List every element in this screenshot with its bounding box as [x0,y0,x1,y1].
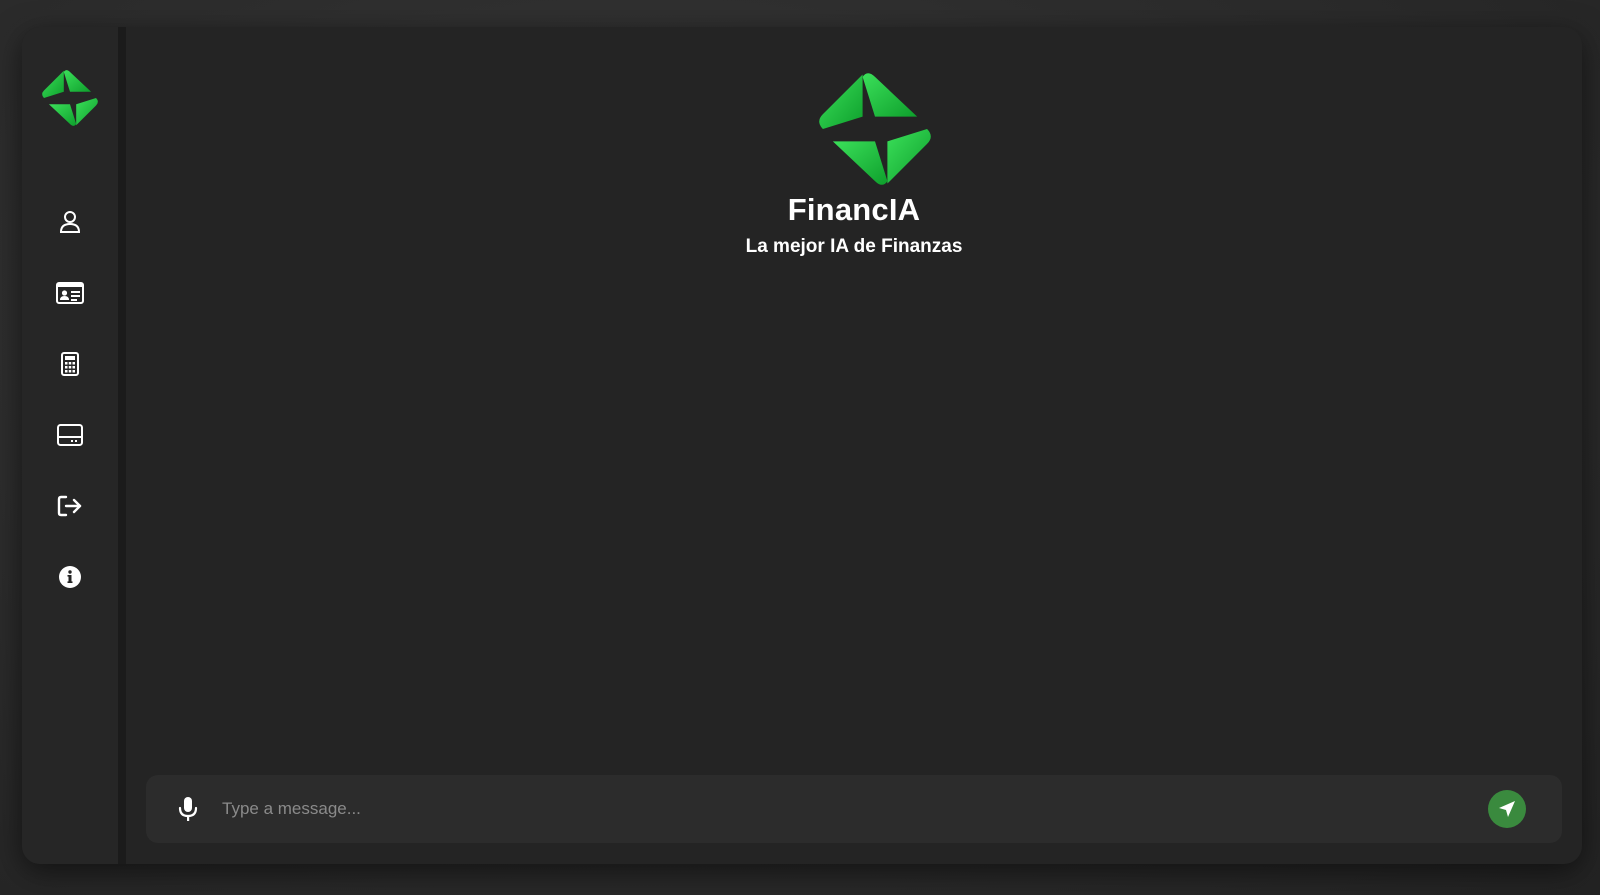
sidebar-item-info[interactable] [50,557,90,597]
sidebar-divider [118,27,126,864]
sidebar-item-id-card[interactable] [50,273,90,313]
info-icon [59,566,81,588]
send-button[interactable] [1488,790,1526,828]
message-composer [146,775,1562,843]
logout-icon [57,495,82,517]
app-window: FinancIA La mejor IA de Finanzas [22,27,1582,864]
microphone-icon [178,797,198,821]
sidebar-item-calculator[interactable] [50,344,90,384]
user-icon [59,211,81,233]
sidebar [22,27,118,864]
chat-area: FinancIA La mejor IA de Finanzas [126,27,1582,864]
brand-logo-large-icon [819,73,931,185]
sidebar-item-card[interactable] [50,415,90,455]
brand-title: FinancIA [787,192,921,227]
credit-card-icon [57,424,83,446]
message-input[interactable] [222,789,1462,829]
microphone-button[interactable] [174,795,202,823]
sidebar-item-logout[interactable] [50,486,90,526]
id-card-icon [56,282,84,304]
brand-logo-icon[interactable] [39,67,101,129]
brand-tagline: La mejor IA de Finanzas [745,236,963,257]
send-icon [1499,801,1515,817]
sidebar-item-profile[interactable] [50,202,90,242]
calculator-icon [61,352,79,376]
